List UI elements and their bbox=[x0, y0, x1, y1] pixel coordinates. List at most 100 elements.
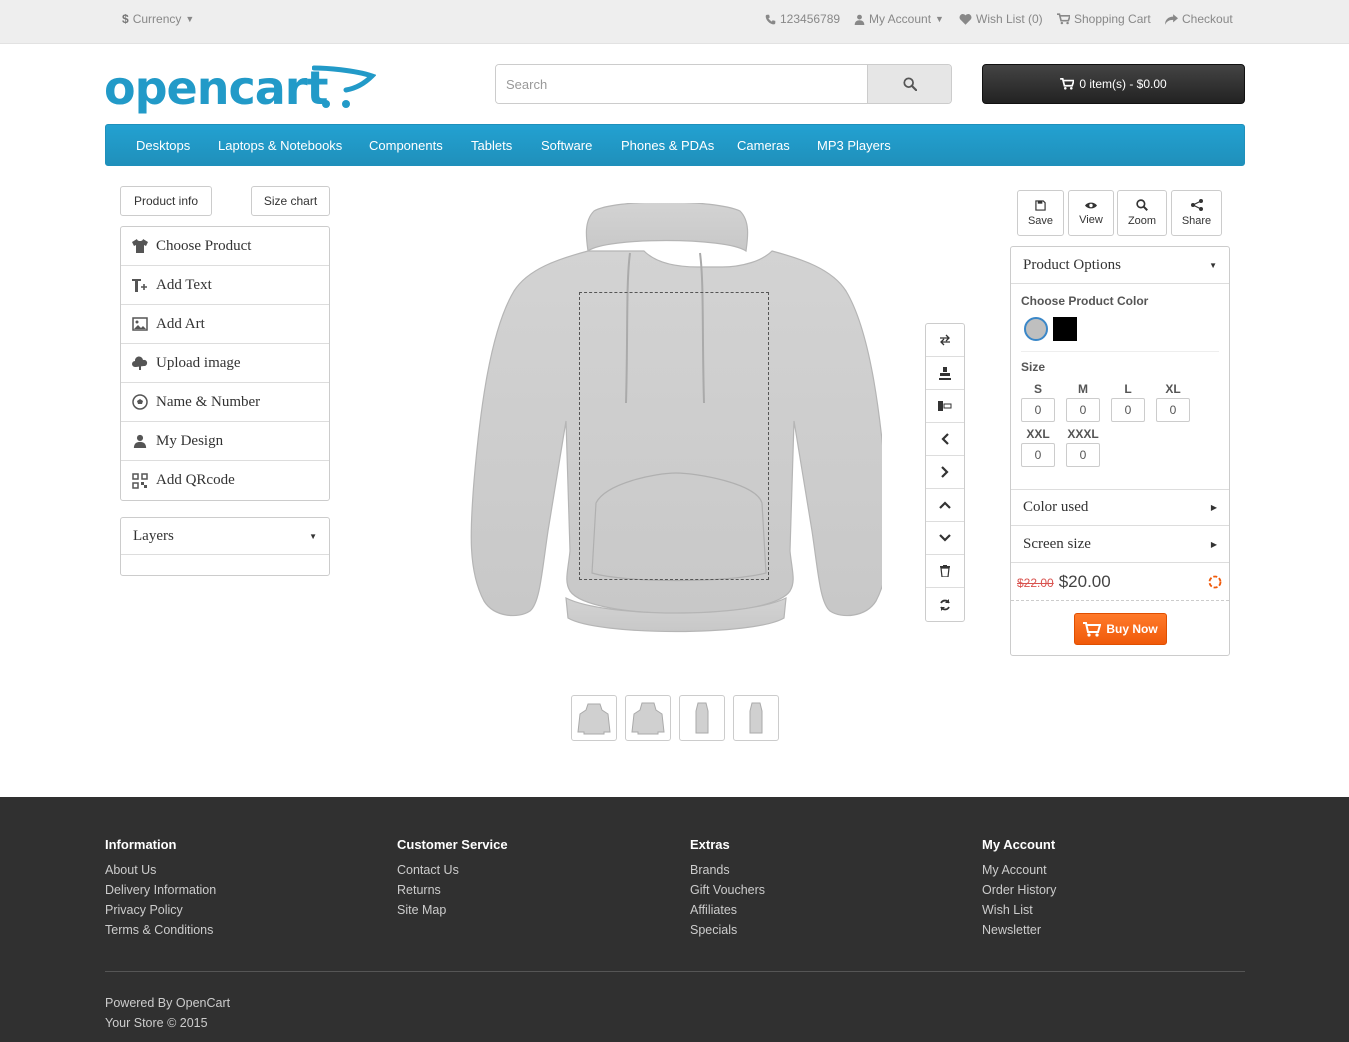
zoom-button[interactable]: Zoom bbox=[1117, 190, 1167, 236]
thumbnail-back[interactable] bbox=[625, 695, 671, 741]
footer-link[interactable]: Affiliates bbox=[690, 900, 765, 920]
footer-credits: Powered By OpenCart Your Store © 2015 bbox=[105, 993, 230, 1033]
footer-link[interactable]: Contact Us bbox=[397, 860, 508, 880]
buy-now-button[interactable]: Buy Now bbox=[1074, 613, 1167, 645]
thumbnail-right[interactable] bbox=[733, 695, 779, 741]
name-number-button[interactable]: Name & Number bbox=[121, 383, 329, 422]
reset-button[interactable] bbox=[926, 588, 964, 621]
cart-button[interactable]: 0 item(s) - $0.00 bbox=[982, 64, 1245, 104]
search-button[interactable] bbox=[867, 65, 951, 103]
footer-link[interactable]: Specials bbox=[690, 920, 765, 940]
size-qty-input[interactable]: 0 bbox=[1111, 398, 1145, 422]
footer-link[interactable]: Order History bbox=[982, 880, 1056, 900]
move-right-button[interactable] bbox=[926, 456, 964, 489]
cart-logo-icon bbox=[312, 65, 376, 108]
wish-list-link[interactable]: Wish List (0) bbox=[959, 12, 1043, 26]
color-swatch-gray[interactable] bbox=[1024, 317, 1048, 341]
my-design-button[interactable]: My Design bbox=[121, 422, 329, 461]
print-area[interactable] bbox=[579, 292, 769, 580]
view-button[interactable]: View bbox=[1068, 190, 1114, 236]
current-price: $20.00 bbox=[1058, 572, 1111, 591]
footer-column-extras: Extras Brands Gift Vouchers Affiliates S… bbox=[690, 837, 765, 940]
user-icon bbox=[133, 434, 147, 448]
checkout-link[interactable]: Checkout bbox=[1165, 12, 1233, 26]
menu-item-mp3-players[interactable]: MP3 Players bbox=[817, 138, 891, 153]
menu-item-cameras[interactable]: Cameras bbox=[737, 138, 790, 153]
top-bar: $ Currency ▼ 123456789 My Account ▼ Wish… bbox=[0, 0, 1349, 44]
product-options-header[interactable]: Product Options ▼ bbox=[1011, 247, 1229, 284]
add-qrcode-button[interactable]: Add QRcode bbox=[121, 461, 329, 500]
caret-down-icon: ▼ bbox=[935, 14, 944, 24]
flip-button[interactable] bbox=[926, 324, 964, 357]
product-info-button[interactable]: Product info bbox=[120, 186, 212, 216]
footer-link[interactable]: About Us bbox=[105, 860, 216, 880]
upload-image-button[interactable]: Upload image bbox=[121, 344, 329, 383]
view-label: View bbox=[1079, 213, 1103, 226]
align-button[interactable] bbox=[926, 390, 964, 423]
phone-icon bbox=[765, 14, 776, 24]
search-input[interactable] bbox=[496, 65, 867, 103]
layers-panel: Layers ▼ bbox=[120, 517, 330, 576]
add-text-button[interactable]: Add Text bbox=[121, 266, 329, 305]
footer-link[interactable]: Terms & Conditions bbox=[105, 920, 216, 940]
dollar-icon: $ bbox=[122, 12, 129, 26]
footer-link[interactable]: Newsletter bbox=[982, 920, 1056, 940]
size-qty-input[interactable]: 0 bbox=[1021, 398, 1055, 422]
save-button[interactable]: Save bbox=[1017, 190, 1064, 236]
footer-column-information: Information About Us Delivery Informatio… bbox=[105, 837, 216, 940]
shopping-cart-link[interactable]: Shopping Cart bbox=[1057, 12, 1151, 26]
cart-total: 0 item(s) - $0.00 bbox=[1079, 77, 1167, 91]
menu-item-software[interactable]: Software bbox=[541, 138, 592, 153]
add-art-button[interactable]: Add Art bbox=[121, 305, 329, 344]
thumbnail-front[interactable] bbox=[571, 695, 617, 741]
footer-link[interactable]: Privacy Policy bbox=[105, 900, 216, 920]
tool-label: Name & Number bbox=[156, 393, 261, 410]
caret-right-icon: ▶ bbox=[1210, 503, 1217, 512]
hoodie-thumbnail-icon bbox=[695, 702, 709, 734]
powered-by-text: Powered By bbox=[105, 996, 173, 1010]
footer-link[interactable]: My Account bbox=[982, 860, 1056, 880]
menu-item-tablets[interactable]: Tablets bbox=[471, 138, 512, 153]
chevron-up-icon bbox=[939, 501, 951, 509]
copyright: Your Store © 2015 bbox=[105, 1016, 208, 1030]
screen-size-header[interactable]: Screen size ▶ bbox=[1011, 526, 1229, 563]
size-name: XXXL bbox=[1067, 427, 1099, 441]
menu-item-desktops[interactable]: Desktops bbox=[136, 138, 190, 153]
move-down-button[interactable] bbox=[926, 522, 964, 555]
menu-item-phones[interactable]: Phones & PDAs bbox=[621, 138, 714, 153]
size-qty-input[interactable]: 0 bbox=[1066, 398, 1100, 422]
size-name: M bbox=[1078, 382, 1088, 396]
footer-link[interactable]: Site Map bbox=[397, 900, 508, 920]
align-center-button[interactable] bbox=[926, 357, 964, 390]
move-left-button[interactable] bbox=[926, 423, 964, 456]
menu-item-laptops[interactable]: Laptops & Notebooks bbox=[218, 138, 342, 153]
footer-link[interactable]: Gift Vouchers bbox=[690, 880, 765, 900]
delete-button[interactable] bbox=[926, 555, 964, 588]
opencart-link[interactable]: OpenCart bbox=[176, 996, 230, 1010]
menu-item-components[interactable]: Components bbox=[369, 138, 443, 153]
size-chart-button[interactable]: Size chart bbox=[251, 186, 330, 216]
footer-column-my-account: My Account My Account Order History Wish… bbox=[982, 837, 1056, 940]
size-label: Size bbox=[1021, 360, 1046, 374]
size-qty-input[interactable]: 0 bbox=[1066, 443, 1100, 467]
size-qty-input[interactable]: 0 bbox=[1021, 443, 1055, 467]
share-button[interactable]: Share bbox=[1171, 190, 1222, 236]
color-used-header[interactable]: Color used ▶ bbox=[1011, 489, 1229, 526]
my-account-dropdown[interactable]: My Account ▼ bbox=[854, 12, 944, 26]
color-swatch-black[interactable] bbox=[1053, 317, 1077, 341]
cloud-upload-icon bbox=[132, 356, 148, 370]
footer-link[interactable]: Returns bbox=[397, 880, 508, 900]
move-up-button[interactable] bbox=[926, 489, 964, 522]
choose-product-button[interactable]: Choose Product bbox=[121, 227, 329, 266]
currency-dropdown[interactable]: $ Currency ▼ bbox=[122, 12, 194, 26]
footer-link[interactable]: Wish List bbox=[982, 900, 1056, 920]
footer-heading: My Account bbox=[982, 837, 1056, 852]
size-qty-input[interactable]: 0 bbox=[1156, 398, 1190, 422]
phone-link[interactable]: 123456789 bbox=[765, 12, 840, 26]
footer-link[interactable]: Brands bbox=[690, 860, 765, 880]
layers-header[interactable]: Layers ▼ bbox=[121, 518, 329, 555]
search-icon bbox=[1136, 199, 1148, 211]
footer-link[interactable]: Delivery Information bbox=[105, 880, 216, 900]
thumbnail-left[interactable] bbox=[679, 695, 725, 741]
canvas-toolbar bbox=[925, 323, 965, 622]
